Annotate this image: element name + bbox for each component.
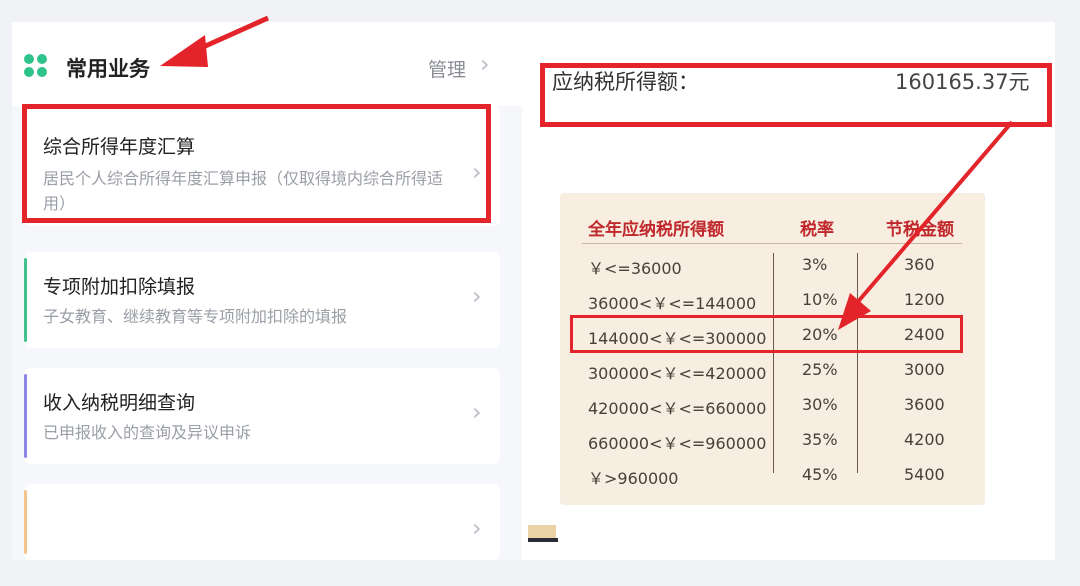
decor-edge: [528, 538, 558, 542]
cell-tax-saving: 5400: [904, 465, 945, 484]
cell-tax-rate: 45%: [802, 465, 838, 484]
card-subtitle: 已申报收入的查询及异议申诉: [43, 423, 252, 442]
cell-tax-saving: 4200: [904, 430, 945, 449]
cell-income-range: 300000<￥<=420000: [588, 364, 767, 383]
card-accent: [24, 258, 27, 342]
column-divider: [857, 253, 858, 473]
highlight-taxable-income-box: [540, 63, 1052, 127]
section-header: 常用业务 管理 ›: [12, 22, 522, 106]
cell-tax-rate: 10%: [802, 290, 838, 309]
cell-tax-rate: 25%: [802, 360, 838, 379]
column-divider: [773, 253, 774, 473]
cell-tax-saving: 3600: [904, 395, 945, 414]
cell-tax-saving: 1200: [904, 290, 945, 309]
chevron-right-icon: ›: [472, 282, 482, 310]
cell-tax-saving: 360: [904, 255, 935, 274]
common-services-panel: 常用业务 管理 › 综合所得年度汇算 居民个人综合所得年度汇算申报（仅取得境内综…: [12, 22, 522, 560]
cell-tax-saving: 3000: [904, 360, 945, 379]
cell-income-range: 420000<￥<=660000: [588, 399, 767, 418]
header-taxable-income: 全年应纳税所得额: [588, 220, 724, 240]
highlight-tax-row-box: [570, 315, 963, 353]
chevron-right-icon[interactable]: ›: [480, 50, 490, 78]
cell-tax-rate: 30%: [802, 395, 838, 414]
grid-logo-icon: [24, 54, 48, 78]
card-title: 专项附加扣除填报: [43, 276, 196, 298]
cell-income-range: ￥>960000: [588, 469, 679, 488]
service-card[interactable]: ›: [24, 484, 500, 560]
header-tax-saving: 节税金额: [886, 220, 954, 240]
highlight-annual-settlement-box: [22, 104, 491, 223]
header-divider: [582, 243, 962, 244]
chevron-right-icon: ›: [472, 398, 482, 426]
cell-income-range: 36000<￥<=144000: [588, 294, 757, 313]
header-tax-rate: 税率: [800, 220, 834, 240]
chevron-right-icon: ›: [472, 514, 482, 542]
card-accent: [24, 490, 27, 554]
cell-income-range: 660000<￥<=960000: [588, 434, 767, 453]
special-deduction-card[interactable]: 专项附加扣除填报 子女教育、继续教育等专项附加扣除的填报 ›: [24, 252, 500, 348]
card-title: 收入纳税明细查询: [43, 392, 196, 414]
card-subtitle: 子女教育、继续教育等专项附加扣除的填报: [43, 307, 348, 326]
cell-income-range: ￥<=36000: [588, 259, 682, 278]
cell-tax-rate: 3%: [802, 255, 828, 274]
manage-link[interactable]: 管理: [428, 55, 466, 82]
section-title: 常用业务: [66, 57, 150, 81]
income-tax-query-card[interactable]: 收入纳税明细查询 已申报收入的查询及异议申诉 ›: [24, 368, 500, 464]
card-accent: [24, 374, 27, 458]
cell-tax-rate: 35%: [802, 430, 838, 449]
